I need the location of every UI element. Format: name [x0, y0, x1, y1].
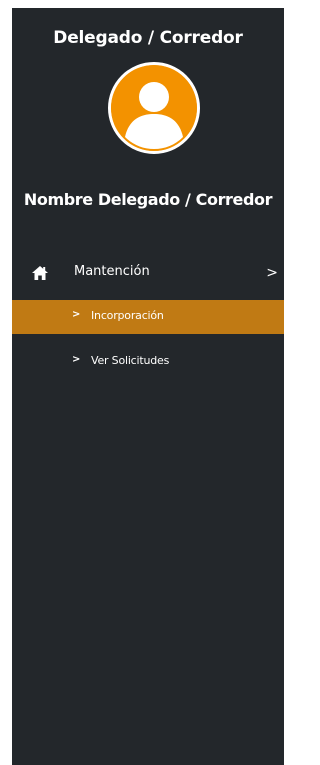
submenu-item-ver-solicitudes[interactable]: > Ver Solicitudes [12, 345, 284, 379]
sidebar: Delegado / Corredor Nombre Delegado / Co… [12, 8, 284, 765]
chevron-right-icon: > [72, 354, 81, 365]
user-name: Nombre Delegado / Corredor [23, 190, 273, 209]
chevron-right-icon: > [266, 265, 278, 281]
home-icon [32, 265, 48, 280]
user-avatar-icon [108, 62, 200, 154]
chevron-right-icon: > [72, 309, 81, 320]
submenu-item-label: Ver Solicitudes [91, 354, 170, 367]
submenu-item-incorporacion[interactable]: > Incorporación [12, 300, 284, 334]
submenu-item-label: Incorporación [91, 309, 164, 322]
role-title: Delegado / Corredor [53, 28, 243, 48]
menu-item-mantencion[interactable]: Mantención > [12, 260, 284, 288]
menu-item-label: Mantención [74, 264, 150, 279]
